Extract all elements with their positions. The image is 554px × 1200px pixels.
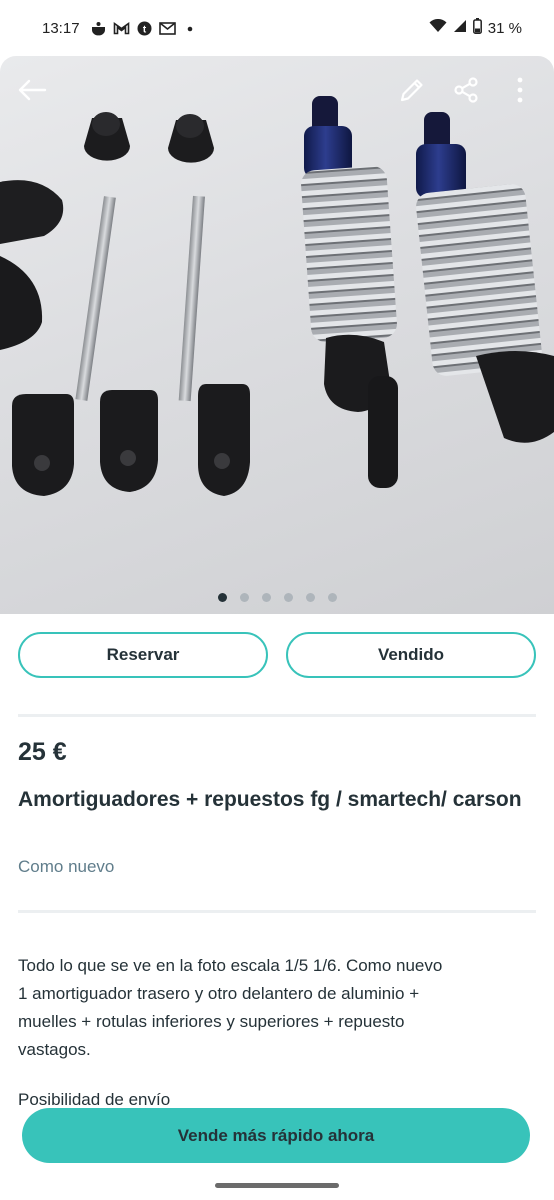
sold-button[interactable]: Vendido	[286, 632, 536, 678]
battery-icon	[472, 18, 482, 38]
tumblr-icon: t	[136, 21, 153, 36]
listing-description: Todo lo que se ve en la foto escala 1/5 …	[18, 956, 443, 1059]
listing-title: Amortiguadores + repuestos fg / smartech…	[18, 788, 522, 811]
listing-actions: Reservar Vendido	[18, 632, 536, 678]
more-vertical-icon	[517, 77, 523, 103]
cooking-pot-icon	[90, 21, 107, 36]
wifi-icon	[429, 18, 447, 37]
home-indicator[interactable]	[215, 1183, 339, 1188]
edit-button[interactable]	[392, 70, 432, 110]
shipping-info: Posibilidad de envío	[18, 1090, 171, 1109]
listing-price: 25 €	[18, 738, 67, 766]
gallery-dot[interactable]	[305, 593, 315, 602]
battery-percentage: 31 %	[487, 19, 522, 37]
gallery-dot[interactable]	[239, 593, 249, 602]
status-time: 13:17	[42, 19, 80, 37]
gmail-icon	[113, 21, 130, 36]
back-button[interactable]	[12, 70, 52, 110]
divider	[18, 714, 536, 717]
share-icon	[454, 77, 478, 103]
gallery-pagination[interactable]	[0, 593, 554, 602]
dot-icon	[182, 21, 199, 36]
status-bar: 13:17 t 31 %	[0, 0, 554, 56]
edit-pencil-icon	[400, 79, 423, 102]
sell-faster-button[interactable]: Vende más rápido ahora	[22, 1108, 530, 1163]
signal-icon	[453, 19, 467, 37]
gallery-dot[interactable]	[327, 593, 337, 602]
reserve-button[interactable]: Reservar	[18, 632, 268, 678]
divider	[18, 910, 536, 913]
status-right: 31 %	[429, 18, 522, 38]
gallery-dot[interactable]	[217, 593, 227, 602]
gallery-dot[interactable]	[261, 593, 271, 602]
share-button[interactable]	[446, 70, 486, 110]
outlook-icon	[158, 21, 176, 36]
listing-condition: Como nuevo	[18, 857, 115, 876]
gallery-dot[interactable]	[283, 593, 293, 602]
product-photo	[0, 96, 554, 496]
notification-icons: t	[90, 21, 199, 36]
back-arrow-icon	[18, 79, 47, 101]
more-options-button[interactable]	[500, 70, 540, 110]
product-image-gallery[interactable]	[0, 56, 554, 614]
